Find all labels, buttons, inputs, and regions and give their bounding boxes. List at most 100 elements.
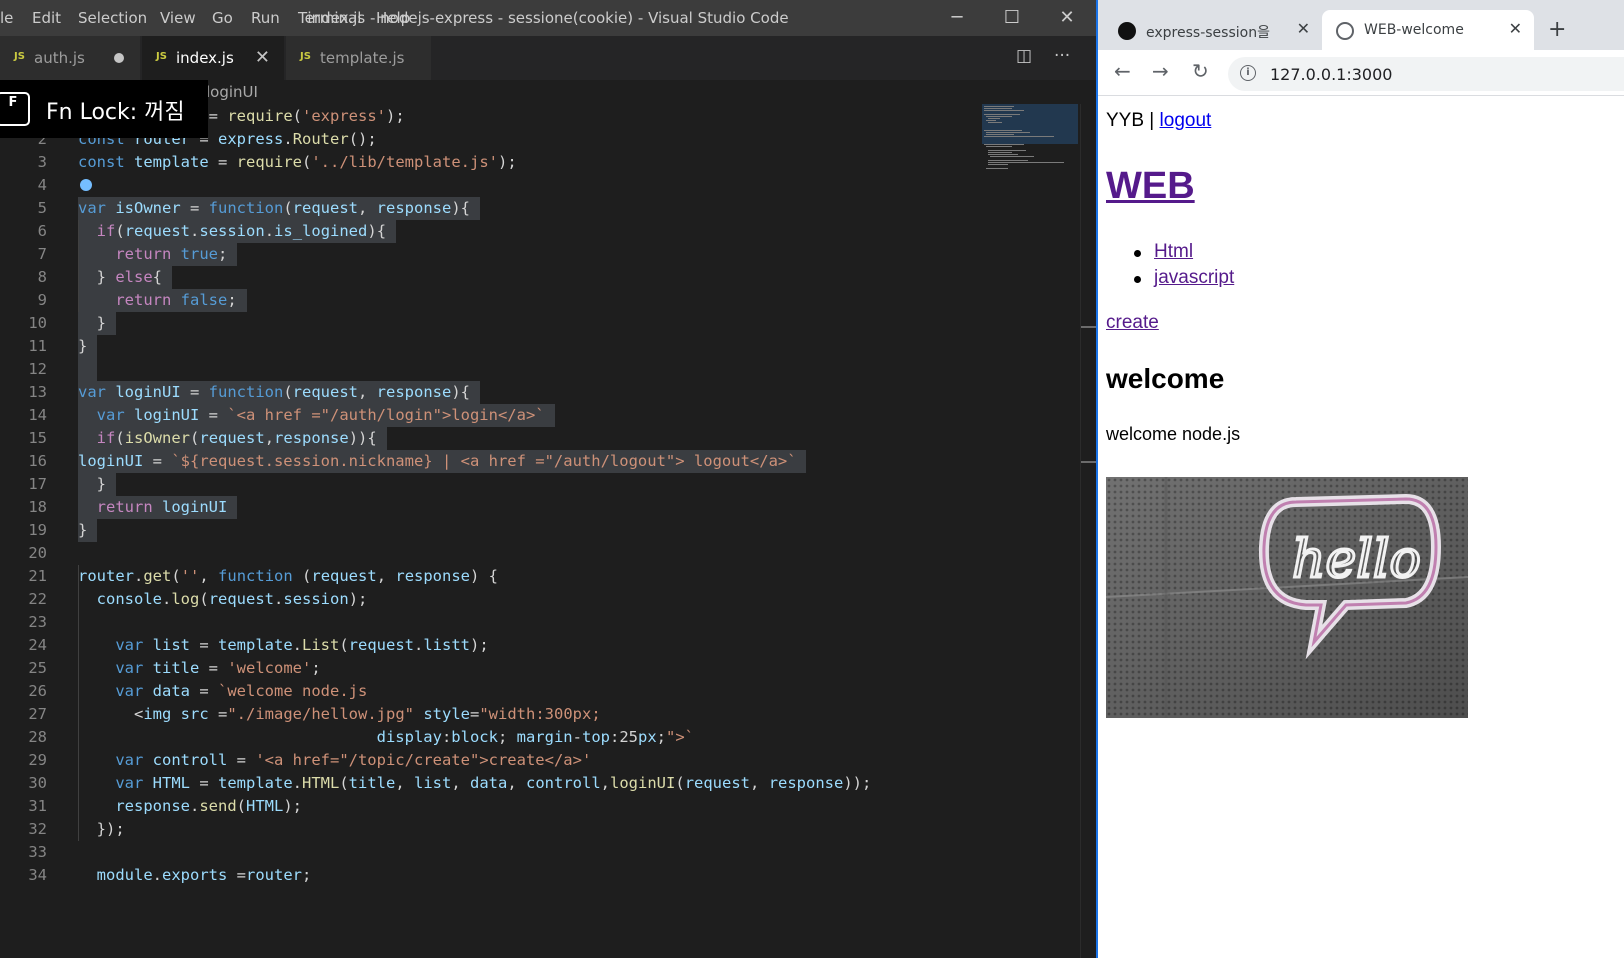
line-number[interactable]: 5	[0, 197, 47, 220]
code-text[interactable]: }	[78, 312, 106, 335]
lightbulb-icon[interactable]	[80, 179, 92, 191]
code-line[interactable]: 3 const template = require('../lib/templa…	[0, 151, 980, 174]
line-number[interactable]: 34	[0, 864, 47, 887]
menu-view[interactable]: View	[160, 9, 196, 27]
line-number[interactable]: 8	[0, 266, 47, 289]
code-text[interactable]: return true;	[78, 243, 227, 266]
menu-edit[interactable]: Edit	[32, 9, 61, 27]
code-line[interactable]: 26 var data = `welcome node.js	[0, 680, 980, 703]
address-bar[interactable]: i 127.0.0.1:3000 ☆	[1228, 57, 1624, 91]
code-text[interactable]: router.get('', function (request, respon…	[78, 565, 498, 588]
code-text[interactable]: var data = `welcome node.js	[78, 680, 367, 703]
more-actions-icon[interactable]: ···	[1054, 46, 1070, 66]
code-text[interactable]: return false;	[78, 289, 236, 312]
code-text[interactable]: console.log(request.session);	[78, 588, 368, 611]
code-text[interactable]: var HTML = template.HTML(title, list, da…	[78, 772, 871, 795]
topic-link-javascript[interactable]: javascript	[1154, 267, 1234, 288]
code-text[interactable]: var loginUI = `<a href ="/auth/login">lo…	[78, 404, 545, 427]
code-line[interactable]: 4	[0, 174, 980, 197]
tab-template-js[interactable]: JS template.js	[286, 36, 432, 80]
code-text[interactable]: return loginUI	[78, 496, 228, 519]
code-line[interactable]: 24 var list = template.List(request.list…	[0, 634, 980, 657]
menu-go[interactable]: Go	[212, 9, 233, 27]
code-line[interactable]: 28 display:block; margin-top:25px;">`	[0, 726, 980, 749]
logout-link[interactable]: logout	[1160, 110, 1212, 131]
line-number[interactable]: 13	[0, 381, 47, 404]
code-line[interactable]: 7 return true;	[0, 243, 980, 266]
code-text[interactable]: response.send(HTML);	[78, 795, 302, 818]
code-line[interactable]: 12	[0, 358, 980, 381]
code-text[interactable]: module.exports =router;	[78, 864, 312, 887]
line-number[interactable]: 15	[0, 427, 47, 450]
code-line[interactable]: 30 var HTML = template.HTML(title, list,…	[0, 772, 980, 795]
line-number[interactable]: 6	[0, 220, 47, 243]
line-number[interactable]: 30	[0, 772, 47, 795]
back-button[interactable]: ←	[1114, 59, 1131, 83]
line-number[interactable]: 25	[0, 657, 47, 680]
breadcrumb-symbol[interactable]: loginUI	[206, 83, 258, 101]
code-line[interactable]: 29 var controll = '<a href="/topic/creat…	[0, 749, 980, 772]
code-text[interactable]: }	[78, 335, 87, 358]
line-number[interactable]: 33	[0, 841, 47, 864]
close-window-button[interactable]: ✕	[1040, 0, 1094, 36]
forward-button[interactable]: →	[1152, 59, 1169, 83]
code-line[interactable]: 16 loginUI = `${request.session.nickname}…	[0, 450, 980, 473]
line-number[interactable]: 12	[0, 358, 47, 381]
line-number[interactable]: 7	[0, 243, 47, 266]
new-tab-button[interactable]: +	[1548, 17, 1566, 42]
code-line[interactable]: 8 } else{	[0, 266, 980, 289]
line-number[interactable]: 18	[0, 496, 47, 519]
menu-terminal[interactable]: Terminal	[298, 9, 361, 27]
code-text[interactable]: display:block; margin-top:25px;">`	[78, 726, 694, 749]
line-number[interactable]: 11	[0, 335, 47, 358]
code-text[interactable]: } else{	[78, 266, 162, 289]
minimap[interactable]	[982, 104, 1078, 184]
code-line[interactable]: 23	[0, 611, 980, 634]
code-line[interactable]: 25 var title = 'welcome';	[0, 657, 980, 680]
browser-tab-web-welcome[interactable]: WEB-welcome ✕	[1322, 10, 1534, 50]
line-number[interactable]: 24	[0, 634, 47, 657]
split-editor-icon[interactable]: ◫	[1016, 46, 1032, 66]
code-line[interactable]: 31 response.send(HTML);	[0, 795, 980, 818]
code-text[interactable]: loginUI = `${request.session.nickname} |…	[78, 450, 797, 473]
line-number[interactable]: 28	[0, 726, 47, 749]
code-text[interactable]: }	[78, 473, 106, 496]
code-line[interactable]: 11}	[0, 335, 980, 358]
browser-tab-express-session[interactable]: express-session을 이 ✕	[1104, 10, 1322, 50]
code-line[interactable]: 10 }	[0, 312, 980, 335]
tab-index-js[interactable]: JS index.js ✕	[142, 36, 285, 80]
line-number[interactable]: 16	[0, 450, 47, 473]
reload-button[interactable]: ↻	[1192, 59, 1209, 83]
code-text[interactable]: var list = template.List(request.listt);	[78, 634, 488, 657]
line-number[interactable]: 9	[0, 289, 47, 312]
line-number[interactable]: 21	[0, 565, 47, 588]
code-text[interactable]: }	[78, 519, 87, 542]
code-line[interactable]: 14 var loginUI = `<a href ="/auth/login"…	[0, 404, 980, 427]
code-line[interactable]: 20	[0, 542, 980, 565]
code-line[interactable]: 5 var isOwner = function(request, respons…	[0, 197, 980, 220]
code-line[interactable]: 17 }	[0, 473, 980, 496]
line-number[interactable]: 27	[0, 703, 47, 726]
code-line[interactable]: 6 if(request.session.is_logined){	[0, 220, 980, 243]
code-line[interactable]: 32 });	[0, 818, 980, 841]
editor-scrollbar[interactable]	[1080, 104, 1096, 958]
menu-help[interactable]: Help	[376, 9, 410, 27]
url-text[interactable]: 127.0.0.1:3000	[1270, 65, 1392, 84]
code-text[interactable]: var title = 'welcome';	[78, 657, 320, 680]
modified-dot-icon[interactable]	[114, 53, 124, 63]
minimize-button[interactable]: ─	[930, 0, 984, 36]
menu-run[interactable]: Run	[251, 9, 280, 27]
line-number[interactable]: 3	[0, 151, 47, 174]
close-tab-icon[interactable]: ✕	[1509, 19, 1522, 38]
line-number[interactable]: 20	[0, 542, 47, 565]
code-line[interactable]: 18 return loginUI	[0, 496, 980, 519]
code-text[interactable]: var isOwner = function(request, response…	[78, 197, 470, 220]
code-editor[interactable]: 1const express = require('express');2con…	[0, 104, 1080, 904]
line-number[interactable]: 22	[0, 588, 47, 611]
code-text[interactable]: const template = require('../lib/templat…	[78, 151, 517, 174]
code-line[interactable]: 21 router.get('', function (request, resp…	[0, 565, 980, 588]
web-home-link[interactable]: WEB	[1106, 165, 1195, 207]
line-number[interactable]: 32	[0, 818, 47, 841]
close-tab-icon[interactable]: ✕	[1297, 19, 1310, 38]
site-info-icon[interactable]: i	[1240, 65, 1256, 81]
